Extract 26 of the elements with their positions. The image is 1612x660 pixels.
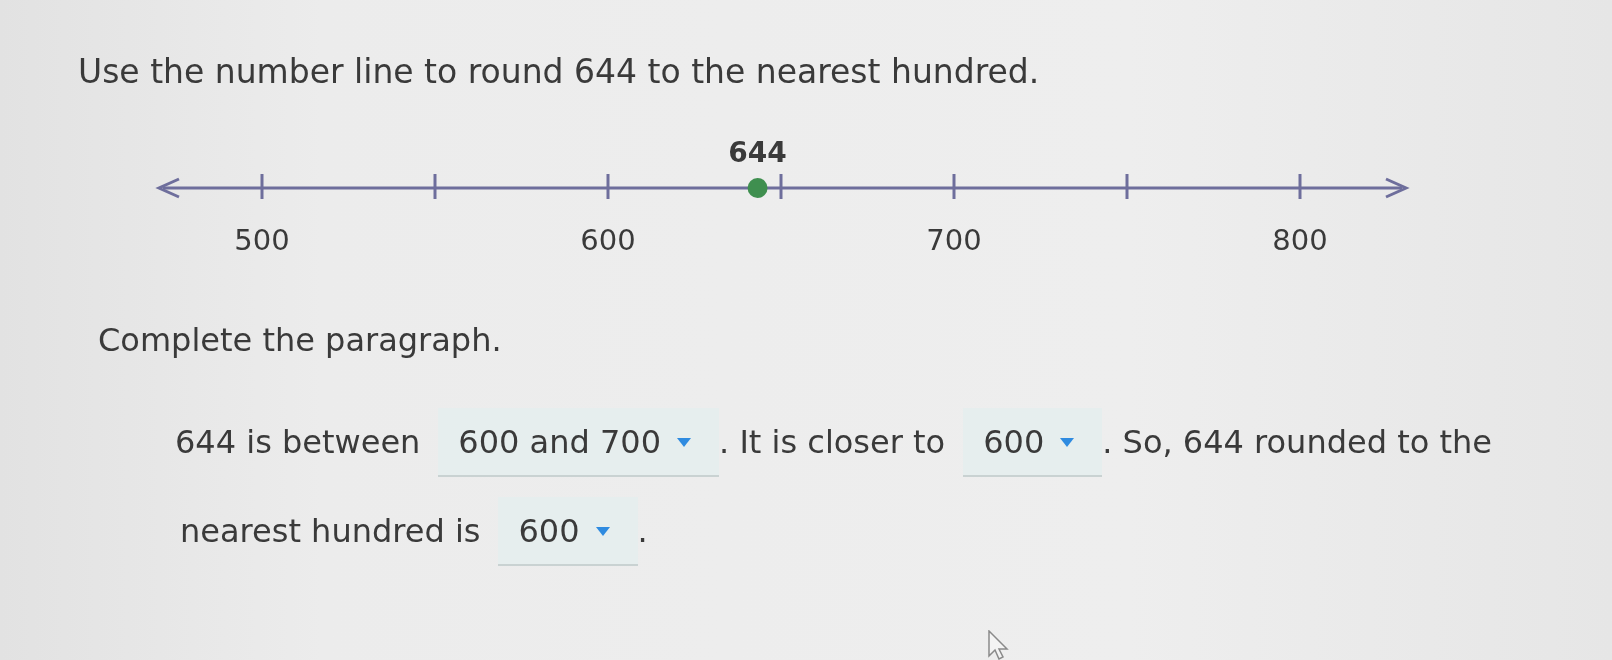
tick-mark (779, 174, 783, 199)
caret-icon (595, 526, 610, 536)
answer-dropdown[interactable]: 600 (498, 497, 638, 566)
paragraph-text: 644 is between (175, 423, 421, 461)
tick-mark (260, 174, 264, 199)
paragraph-text: . So, 644 rounded to the (1102, 423, 1492, 461)
caret-icon (677, 437, 692, 447)
paragraph-text: . It is closer to (719, 423, 946, 461)
tick-label: 800 (1272, 223, 1328, 257)
answer-dropdown[interactable]: 600 (963, 408, 1103, 477)
caret-icon (1060, 437, 1075, 447)
mouse-pointer-icon (988, 630, 1010, 660)
tick-label: 600 (580, 223, 636, 257)
answer-dropdown[interactable]: 600 and 700 (438, 408, 720, 477)
tick-mark (606, 174, 610, 199)
tick-mark (433, 174, 437, 199)
paragraph-text: . (637, 512, 648, 550)
tick-mark (1125, 174, 1129, 199)
tick-label: 500 (234, 223, 290, 257)
paragraph-text: nearest hundred is (180, 512, 481, 550)
point-label: 644 (728, 136, 787, 169)
instruction-text: Complete the paragraph. (98, 320, 502, 360)
question-text: Use the number line to round 644 to the nearest hundred. (78, 52, 1040, 92)
tick-mark (1298, 174, 1302, 199)
tick-label: 700 (926, 223, 982, 257)
tick-mark (952, 174, 956, 199)
